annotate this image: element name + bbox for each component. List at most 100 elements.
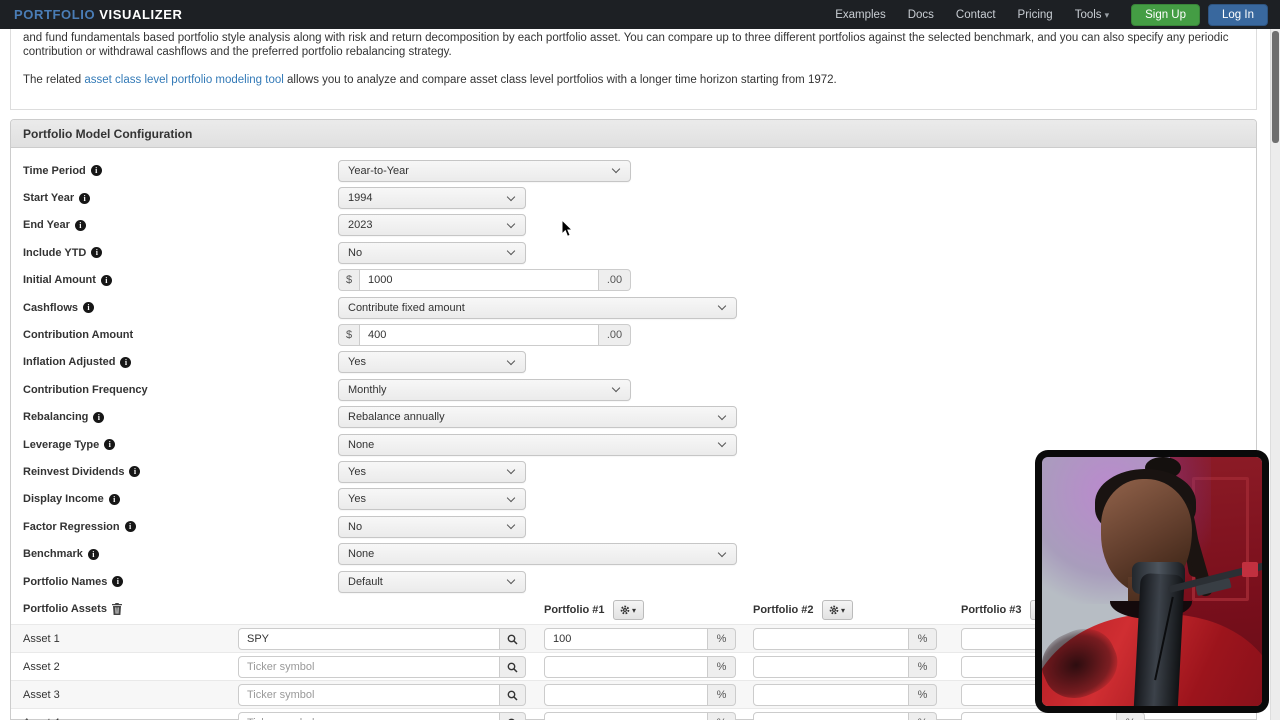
nav-contact[interactable]: Contact (956, 9, 996, 21)
info-icon[interactable]: i (120, 356, 132, 368)
asset2-p2-percent-input[interactable] (753, 656, 909, 679)
asset2-ticker-input[interactable] (238, 656, 500, 679)
search-icon (507, 662, 518, 673)
field-label: Benchmark i (11, 548, 338, 560)
scrollbar-thumb[interactable] (1272, 31, 1279, 143)
portfolio-names-select[interactable]: Default (338, 570, 526, 593)
asset4-p2-percent-input[interactable] (753, 712, 909, 720)
row-contribution-amount: Contribution Amount $ .00 (11, 321, 1256, 348)
field-label: Contribution Frequency (23, 383, 148, 396)
inflation-adjusted-select[interactable]: Yes (338, 351, 526, 374)
field-label: Reinvest Dividends i (11, 466, 338, 478)
info-icon[interactable]: i (112, 576, 124, 588)
info-icon[interactable]: i (83, 302, 95, 314)
chevron-down-icon (611, 164, 621, 174)
ticker-search-button[interactable] (500, 656, 526, 679)
rebalancing-select[interactable]: Rebalance annually (338, 406, 737, 429)
field-label: Leverage Type i (11, 439, 338, 451)
contribution-frequency-select[interactable]: Monthly (338, 378, 631, 401)
info-icon[interactable]: i (79, 192, 91, 204)
p3-percent-group: % (961, 712, 1145, 720)
asset1-p2-percent-input[interactable] (753, 628, 909, 651)
info-icon[interactable]: i (124, 521, 136, 533)
info-icon[interactable]: i (91, 247, 103, 259)
asset4-ticker-input[interactable] (238, 712, 500, 720)
contribution-amount-group: $ .00 (338, 324, 631, 347)
portfolio1-gear-button[interactable]: ▾ (612, 600, 644, 621)
percent-suffix: % (909, 628, 937, 651)
percent-suffix: % (909, 656, 937, 679)
nav-examples[interactable]: Examples (835, 9, 886, 21)
signup-button[interactable]: Sign Up (1131, 3, 1201, 26)
asset3-ticker-input[interactable] (238, 684, 500, 707)
percent-suffix: % (708, 712, 736, 720)
include-ytd-select[interactable]: No (338, 241, 526, 264)
row-rebalancing: Rebalancing i Rebalance annually (11, 404, 1256, 431)
asset4-p1-percent-input[interactable] (544, 712, 708, 720)
nav-tools[interactable]: Tools ▾ (1075, 9, 1109, 21)
chevron-down-icon (717, 411, 727, 420)
contribution-amount-input[interactable] (359, 324, 599, 347)
brand-logo[interactable]: PORTFOLIO VISUALIZER (14, 7, 183, 22)
reinvest-dividends-select[interactable]: Yes (338, 460, 526, 483)
intro-paragraph-2: The related asset class level portfolio … (23, 74, 837, 86)
search-icon (507, 690, 518, 701)
asset-label: Asset 3 (23, 689, 60, 702)
start-year-select[interactable]: 1994 (338, 187, 526, 210)
benchmark-select[interactable]: None (338, 543, 737, 566)
end-year-select[interactable]: 2023 (338, 214, 526, 237)
nav-pricing[interactable]: Pricing (1018, 9, 1053, 21)
ticker-search-button[interactable] (500, 628, 526, 651)
portfolio2-gear-button[interactable]: ▾ (821, 600, 853, 621)
modeling-tool-link[interactable]: asset class level portfolio modeling too… (84, 74, 283, 86)
leverage-type-select[interactable]: None (338, 433, 737, 456)
ticker-search-button[interactable] (500, 684, 526, 707)
info-icon[interactable]: i (93, 411, 105, 423)
cashflows-select[interactable]: Contribute fixed amount (338, 296, 737, 319)
asset3-p2-percent-input[interactable] (753, 684, 909, 707)
initial-amount-input[interactable] (359, 269, 599, 292)
chevron-down-icon (717, 548, 727, 557)
asset1-p1-percent-input[interactable] (544, 628, 708, 651)
info-icon[interactable]: i (129, 466, 141, 478)
trash-icon[interactable] (111, 603, 122, 616)
info-icon[interactable]: i (90, 165, 102, 177)
nav-docs[interactable]: Docs (908, 9, 934, 21)
page-scrollbar[interactable] (1270, 29, 1280, 720)
cents-suffix: .00 (599, 269, 631, 292)
p1-percent-group: % (544, 684, 736, 707)
ticker-group (238, 628, 526, 651)
percent-suffix: % (708, 628, 736, 651)
asset-label: Asset 2 (23, 661, 60, 674)
portfolio-assets-label: Portfolio Assets (23, 603, 122, 616)
asset4-p3-percent-input[interactable] (961, 712, 1117, 720)
field-label: Include YTD i (11, 247, 338, 259)
intro-panel: and fund fundamentals based portfolio st… (10, 20, 1257, 110)
display-income-select[interactable]: Yes (338, 488, 526, 511)
field-label: Factor Regression i (11, 521, 338, 533)
info-icon[interactable]: i (87, 548, 99, 560)
field-label: Display Income i (11, 493, 338, 505)
info-icon[interactable]: i (108, 493, 120, 505)
p1-percent-group: % (544, 712, 736, 720)
chevron-down-icon (506, 192, 516, 201)
row-contribution-frequency: Contribution Frequency Monthly (11, 376, 1256, 403)
chevron-down-icon (506, 521, 516, 530)
ticker-group (238, 684, 526, 707)
field-label: Rebalancing i (11, 411, 338, 423)
asset3-p1-percent-input[interactable] (544, 684, 708, 707)
asset1-ticker-input[interactable] (238, 628, 500, 651)
ticker-search-button[interactable] (500, 712, 526, 720)
chevron-down-icon (506, 575, 516, 585)
chevron-down-icon (506, 466, 516, 475)
time-period-select[interactable]: Year-to-Year (338, 159, 631, 182)
gear-icon (620, 605, 630, 615)
login-button[interactable]: Log In (1208, 3, 1268, 26)
asset2-p1-percent-input[interactable] (544, 656, 708, 679)
percent-suffix: % (708, 684, 736, 707)
info-icon[interactable]: i (100, 274, 112, 286)
info-icon[interactable]: i (74, 219, 86, 231)
caret-down-icon: ▾ (632, 605, 637, 615)
factor-regression-select[interactable]: No (338, 515, 526, 538)
info-icon[interactable]: i (104, 439, 116, 451)
